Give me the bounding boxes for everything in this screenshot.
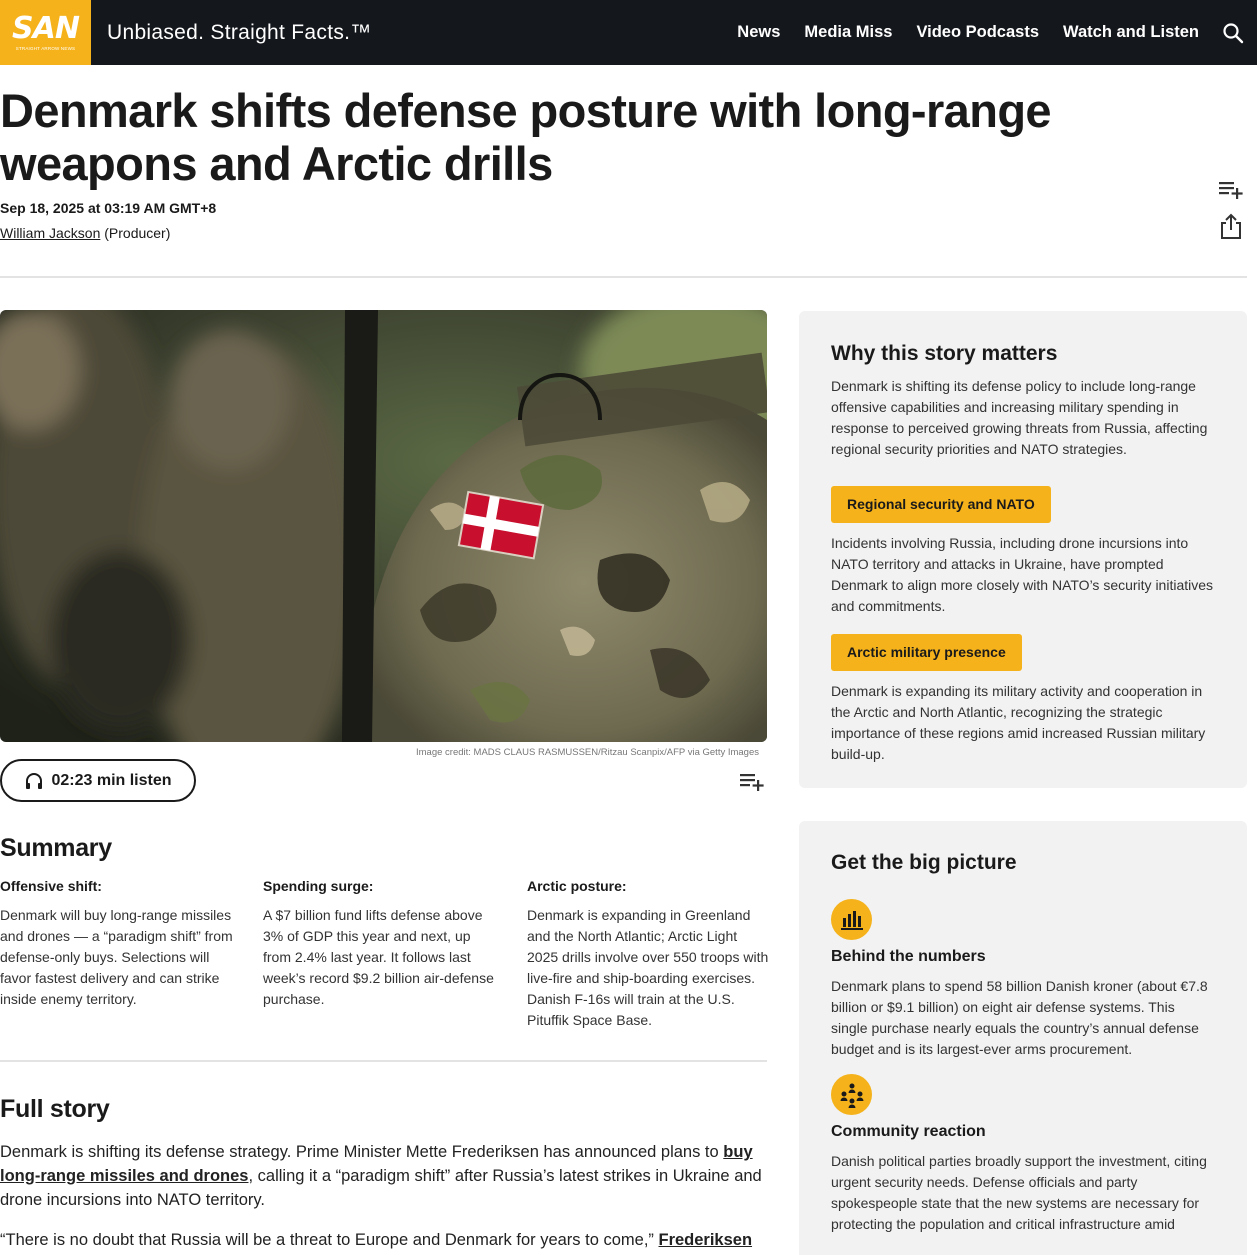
nav-watch-and-listen[interactable]: Watch and Listen: [1063, 23, 1199, 42]
big-picture-item-title: Behind the numbers: [831, 948, 986, 965]
big-picture-item-title: Community reaction: [831, 1123, 986, 1140]
topic-text: Incidents involving Russia, including dr…: [831, 535, 1214, 614]
story-paragraph: Denmark is shifting its defense strategy…: [0, 1140, 767, 1212]
add-to-playlist-icon[interactable]: [738, 768, 766, 796]
community-icon: [831, 1074, 872, 1115]
article-headline: Denmark shifts defense posture with long…: [0, 84, 1052, 190]
san-logo[interactable]: SAN STRAIGHT ARROW NEWS: [0, 0, 91, 65]
summary-item-text: A $7 billion fund lifts defense above 3%…: [263, 907, 494, 1007]
summary-item: Spending surge: A $7 billion fund lifts …: [263, 878, 501, 1010]
byline: William Jackson (Producer): [0, 225, 170, 241]
card-text: Denmark is shifting its defense policy t…: [831, 378, 1208, 457]
summary-item: Arctic posture: Denmark is expanding in …: [527, 878, 769, 1031]
hero-image: [0, 310, 767, 742]
bar-chart-icon: [831, 899, 872, 940]
full-story-heading: Full story: [0, 1095, 110, 1123]
topic-text: Denmark is expanding its military activi…: [831, 683, 1206, 762]
logo-subtext: STRAIGHT ARROW NEWS: [15, 46, 76, 51]
summary-item-text: Denmark is expanding in Greenland and th…: [527, 907, 769, 1028]
summary-heading: Summary: [0, 834, 112, 862]
card-title: Get the big picture: [831, 851, 1017, 874]
article-date: Sep 18, 2025 at 03:19 AM GMT+8: [0, 200, 217, 216]
logo-wordmark: SAN: [12, 11, 80, 46]
summary-item-title: Spending surge:: [263, 878, 374, 894]
soldier-photo: [0, 310, 767, 742]
headphones-icon: [26, 772, 43, 789]
nav-news[interactable]: News: [737, 23, 780, 42]
story-paragraph: “There is no doubt that Russia will be a…: [0, 1228, 767, 1255]
author-role: (Producer): [104, 225, 171, 241]
main-nav: News Media Miss Video Podcasts Watch and…: [737, 0, 1199, 65]
topic-chip[interactable]: Regional security and NATO: [831, 486, 1051, 523]
topic-chip[interactable]: Arctic military presence: [831, 634, 1022, 671]
share-icon[interactable]: [1217, 212, 1245, 240]
summary-item: Offensive shift: Denmark will buy long-r…: [0, 878, 238, 1010]
card-title: Why this story matters: [831, 342, 1058, 365]
why-story-matters-card: Why this story matters Denmark is shifti…: [799, 311, 1247, 788]
summary-item-title: Arctic posture:: [527, 878, 627, 894]
site-header: SAN STRAIGHT ARROW NEWS Unbiased. Straig…: [0, 0, 1257, 65]
divider: [0, 276, 1247, 278]
big-picture-item-text: Danish political parties broadly support…: [831, 1153, 1207, 1232]
image-credit: Image credit: MADS CLAUS RASMUSSEN/Ritza…: [416, 747, 759, 758]
big-picture-card: Get the big picture Behind the numbers D…: [799, 821, 1247, 1255]
summary-item-text: Denmark will buy long-range missiles and…: [0, 907, 233, 1007]
story-text: “There is no doubt that Russia will be a…: [0, 1231, 659, 1249]
story-text: Denmark is shifting its defense strategy…: [0, 1143, 724, 1161]
listen-button[interactable]: 02:23 min listen: [0, 759, 196, 802]
summary-item-title: Offensive shift:: [0, 878, 102, 894]
big-picture-item-text: Denmark plans to spend 58 billion Danish…: [831, 978, 1208, 1057]
site-tagline: Unbiased. Straight Facts.™: [107, 20, 372, 44]
add-to-playlist-icon[interactable]: [1217, 176, 1245, 204]
search-icon[interactable]: [1221, 21, 1245, 45]
nav-media-miss[interactable]: Media Miss: [804, 23, 892, 42]
divider: [0, 1060, 767, 1062]
nav-video-podcasts[interactable]: Video Podcasts: [916, 23, 1039, 42]
danish-flag-patch: [457, 490, 545, 560]
listen-label: 02:23 min listen: [51, 771, 172, 789]
author-link[interactable]: William Jackson: [0, 225, 100, 241]
